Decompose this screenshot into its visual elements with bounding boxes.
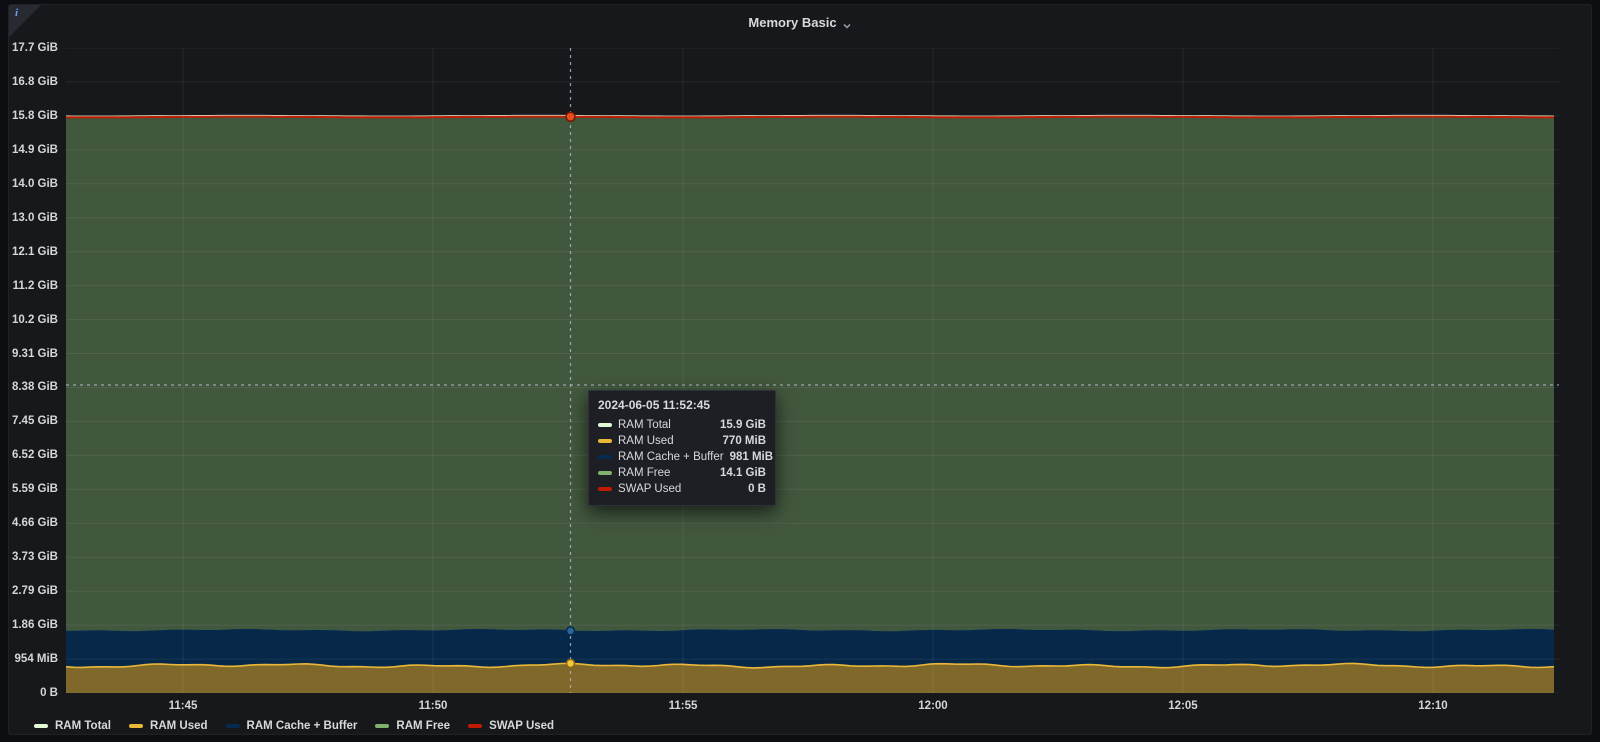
x-axis-label: 11:50 — [403, 700, 463, 712]
y-axis-label: 15.8 GiB — [9, 109, 58, 123]
legend: RAM Total RAM Used RAM Cache + Buffer RAM F… — [34, 717, 554, 735]
y-axis-label: 17.7 GiB — [9, 41, 58, 55]
tooltip-series-swatch — [598, 487, 612, 491]
tooltip-series-value: 14.1 GiB — [720, 467, 766, 479]
tooltip-row: RAM Free 14.1 GiB — [598, 465, 766, 481]
y-axis-label: 9.31 GiB — [9, 347, 58, 361]
y-axis-label: 12.1 GiB — [9, 245, 58, 259]
info-icon: i — [15, 7, 18, 19]
legend-label: RAM Free — [396, 720, 450, 732]
legend-label: RAM Used — [150, 720, 208, 732]
tooltip-rows: RAM Total 15.9 GiB RAM Used 770 MiB RAM Cach… — [598, 417, 766, 497]
y-axis-label: 7.45 GiB — [9, 414, 58, 428]
tooltip-series-name: RAM Used — [618, 435, 674, 447]
tooltip-row: RAM Used 770 MiB — [598, 433, 766, 449]
tooltip-timestamp: 2024-06-05 11:52:45 — [598, 398, 766, 412]
legend-swatch — [375, 724, 389, 728]
legend-swatch — [226, 724, 240, 728]
y-axis-label: 16.8 GiB — [9, 75, 58, 89]
y-axis-label: 14.9 GiB — [9, 143, 58, 157]
tooltip-row: RAM Cache + Buffer981 MiB — [598, 449, 766, 465]
tooltip-series-name: RAM Free — [618, 467, 670, 479]
tooltip-series-swatch — [598, 471, 612, 475]
chart-area[interactable] — [66, 48, 1559, 693]
tooltip-series-value: 770 MiB — [723, 435, 766, 447]
y-axis-label: 0 B — [9, 686, 58, 700]
tooltip: 2024-06-05 11:52:45 RAM Total15.9 GiBRAM… — [588, 390, 776, 506]
tooltip-series-swatch — [598, 455, 612, 459]
x-axis-label: 12:10 — [1403, 700, 1463, 712]
chevron-down-icon[interactable] — [842, 18, 852, 28]
y-axis-label: 6.52 GiB — [9, 448, 58, 462]
legend-item-swap-used[interactable]: SWAP Used — [468, 720, 554, 732]
legend-item-ram-free[interactable]: RAM Free — [375, 720, 450, 732]
legend-label: RAM Total — [55, 720, 111, 732]
legend-item-ram-cache-buffer[interactable]: RAM Cache + Buffer — [226, 720, 358, 732]
x-axis-label: 11:45 — [153, 700, 213, 712]
legend-swatch — [129, 724, 143, 728]
grafana-dashboard: i Memory Basic 17.7 GiB 16.8 GiB 15.8 GiB 1… — [0, 0, 1600, 742]
tooltip-series-swatch — [598, 423, 612, 427]
tooltip-series-name: RAM Total — [618, 419, 671, 431]
y-axis-label: 14.0 GiB — [9, 177, 58, 191]
tooltip-series-value: 0 B — [748, 483, 766, 495]
y-axis-label: 3.73 GiB — [9, 550, 58, 564]
x-axis-label: 12:00 — [903, 700, 963, 712]
y-axis-label: 5.59 GiB — [9, 482, 58, 496]
y-axis-label: 10.2 GiB — [9, 313, 58, 327]
x-axis-label: 11:55 — [653, 700, 713, 712]
y-axis-label: 1.86 GiB — [9, 618, 58, 632]
tooltip-row: RAM Total 15.9 GiB — [598, 417, 766, 433]
legend-swatch — [34, 724, 48, 728]
y-axis-label: 8.38 GiB — [9, 380, 58, 394]
panel-header[interactable]: Memory Basic — [9, 10, 1591, 34]
tooltip-series-value: 981 MiB — [730, 451, 773, 463]
tooltip-row: SWAP Used 0 B — [598, 481, 766, 497]
tooltip-series-swatch — [598, 439, 612, 443]
legend-label: RAM Cache + Buffer — [247, 720, 358, 732]
x-axis-label: 12:05 — [1153, 700, 1213, 712]
legend-label: SWAP Used — [489, 720, 554, 732]
memory-basic-panel: i Memory Basic 17.7 GiB 16.8 GiB 15.8 GiB 1… — [8, 4, 1592, 735]
y-axis-label: 954 MiB — [9, 652, 58, 666]
legend-item-ram-used[interactable]: RAM Used — [129, 720, 208, 732]
legend-swatch — [468, 724, 482, 728]
panel-title[interactable]: Memory Basic — [748, 15, 836, 30]
y-axis-label: 11.2 GiB — [9, 279, 58, 293]
y-axis-label: 4.66 GiB — [9, 516, 58, 530]
y-axis-label: 13.0 GiB — [9, 211, 58, 225]
tooltip-series-name: SWAP Used — [618, 483, 681, 495]
tooltip-series-name: RAM Cache + Buffer — [618, 451, 724, 463]
tooltip-series-value: 15.9 GiB — [720, 419, 766, 431]
y-axis-label: 2.79 GiB — [9, 584, 58, 598]
legend-item-ram-total[interactable]: RAM Total — [34, 720, 111, 732]
